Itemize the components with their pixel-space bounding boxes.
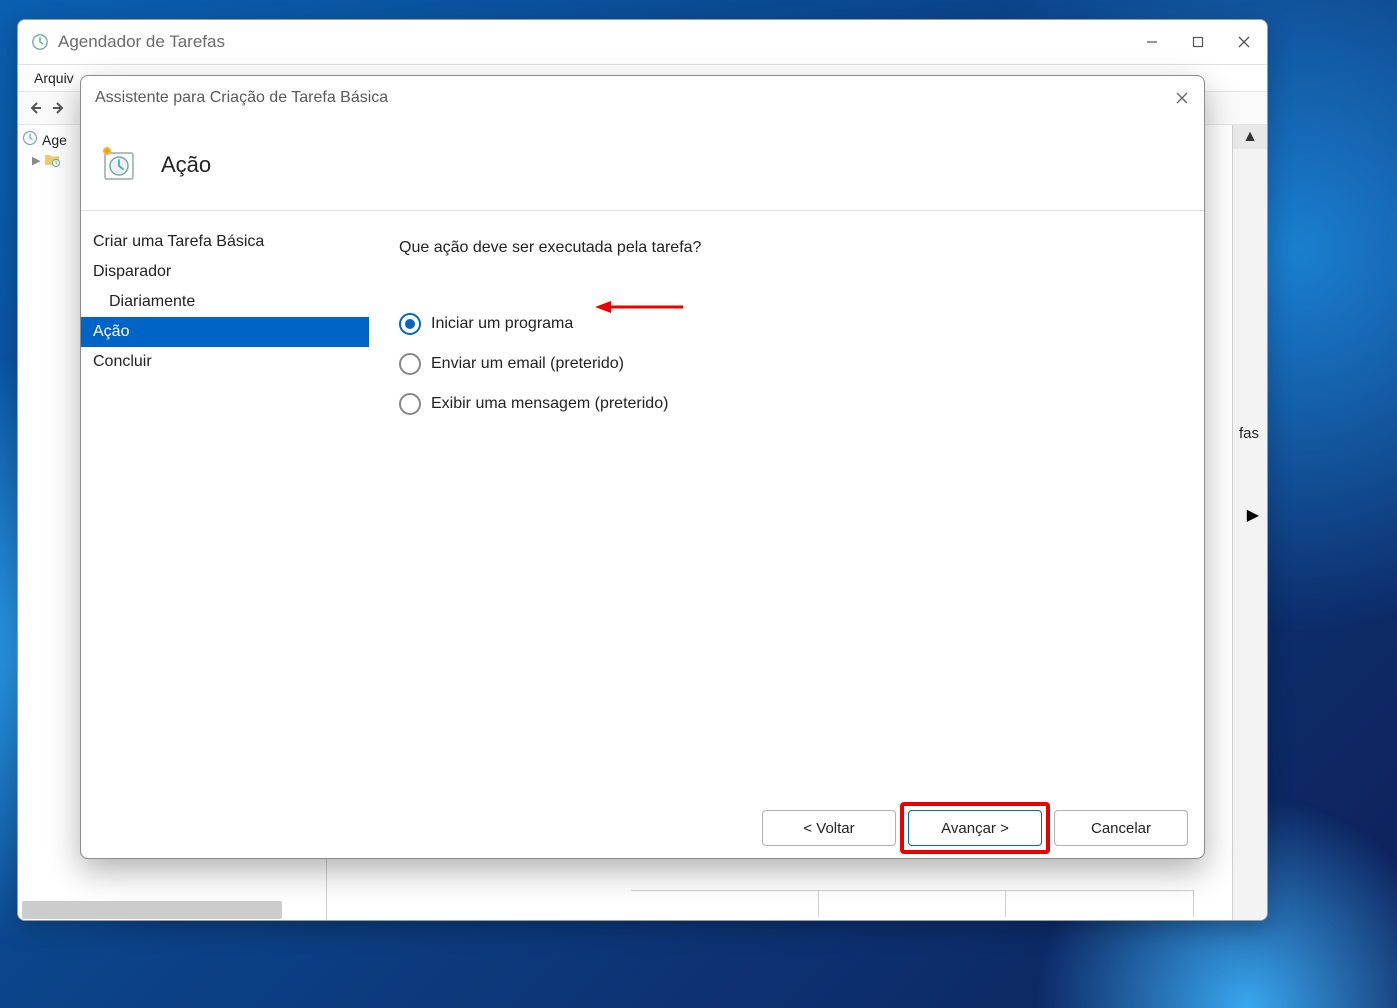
next-button[interactable]: Avançar > (908, 810, 1042, 846)
radio-icon (399, 313, 421, 335)
right-snippet-text: fas (1239, 425, 1267, 442)
dialog-title: Assistente para Criação de Tarefa Básica (95, 89, 388, 107)
parent-titlebar: Agendador de Tarefas (18, 20, 1267, 65)
radio-send-email[interactable]: Enviar um email (preterido) (399, 353, 1174, 375)
minimize-button[interactable] (1129, 20, 1175, 64)
horizontal-scrollbar-thumb[interactable] (22, 901, 282, 919)
radio-label: Enviar um email (preterido) (431, 355, 624, 373)
nav-step-action[interactable]: Ação (81, 317, 369, 347)
wizard-nav: Criar uma Tarefa Básica Disparador Diari… (81, 211, 369, 798)
chevron-right-icon[interactable]: ▶ (1247, 505, 1259, 525)
tree-root-label: Age (42, 132, 67, 148)
chevron-right-icon: ▶ (32, 154, 40, 167)
dialog-header: Ação (81, 120, 1204, 211)
nav-step-finish[interactable]: Concluir (81, 347, 369, 377)
nav-forward-icon[interactable] (48, 97, 70, 119)
action-prompt: Que ação deve ser executada pela tarefa? (399, 239, 1174, 257)
folder-icon (44, 151, 60, 170)
wizard-clock-icon (99, 145, 139, 185)
clock-icon (30, 32, 50, 52)
radio-label: Exibir uma mensagem (preterido) (431, 395, 668, 413)
radio-icon (399, 353, 421, 375)
maximize-button[interactable] (1175, 20, 1221, 64)
dialog-step-title: Ação (161, 152, 211, 178)
close-button[interactable] (1221, 20, 1267, 64)
radio-show-message[interactable]: Exibir uma mensagem (preterido) (399, 393, 1174, 415)
radio-label: Iniciar um programa (431, 315, 573, 333)
nav-step-create[interactable]: Criar uma Tarefa Básica (81, 227, 369, 257)
radio-icon (399, 393, 421, 415)
nav-step-daily[interactable]: Diariamente (81, 287, 369, 317)
nav-step-trigger[interactable]: Disparador (81, 257, 369, 287)
dialog-main: Que ação deve ser executada pela tarefa?… (369, 211, 1204, 798)
menu-arquivo[interactable]: Arquiv (26, 68, 82, 88)
dialog-titlebar: Assistente para Criação de Tarefa Básica (81, 76, 1204, 120)
scroll-up-button[interactable]: ▲ (1233, 125, 1267, 149)
nav-back-icon[interactable] (24, 97, 46, 119)
parent-title: Agendador de Tarefas (58, 32, 225, 52)
radio-start-program[interactable]: Iniciar um programa (399, 313, 1174, 335)
basic-task-wizard-dialog: Assistente para Criação de Tarefa Básica… (80, 75, 1205, 859)
cancel-button[interactable]: Cancelar (1054, 810, 1188, 846)
dialog-footer: < Voltar Avançar > Cancelar (81, 798, 1204, 858)
parent-right-pane: ▲ ▶ (1232, 125, 1267, 921)
back-button[interactable]: < Voltar (762, 810, 896, 846)
column-headers (631, 890, 1194, 917)
dialog-close-button[interactable] (1170, 86, 1194, 110)
clock-icon (22, 130, 38, 149)
